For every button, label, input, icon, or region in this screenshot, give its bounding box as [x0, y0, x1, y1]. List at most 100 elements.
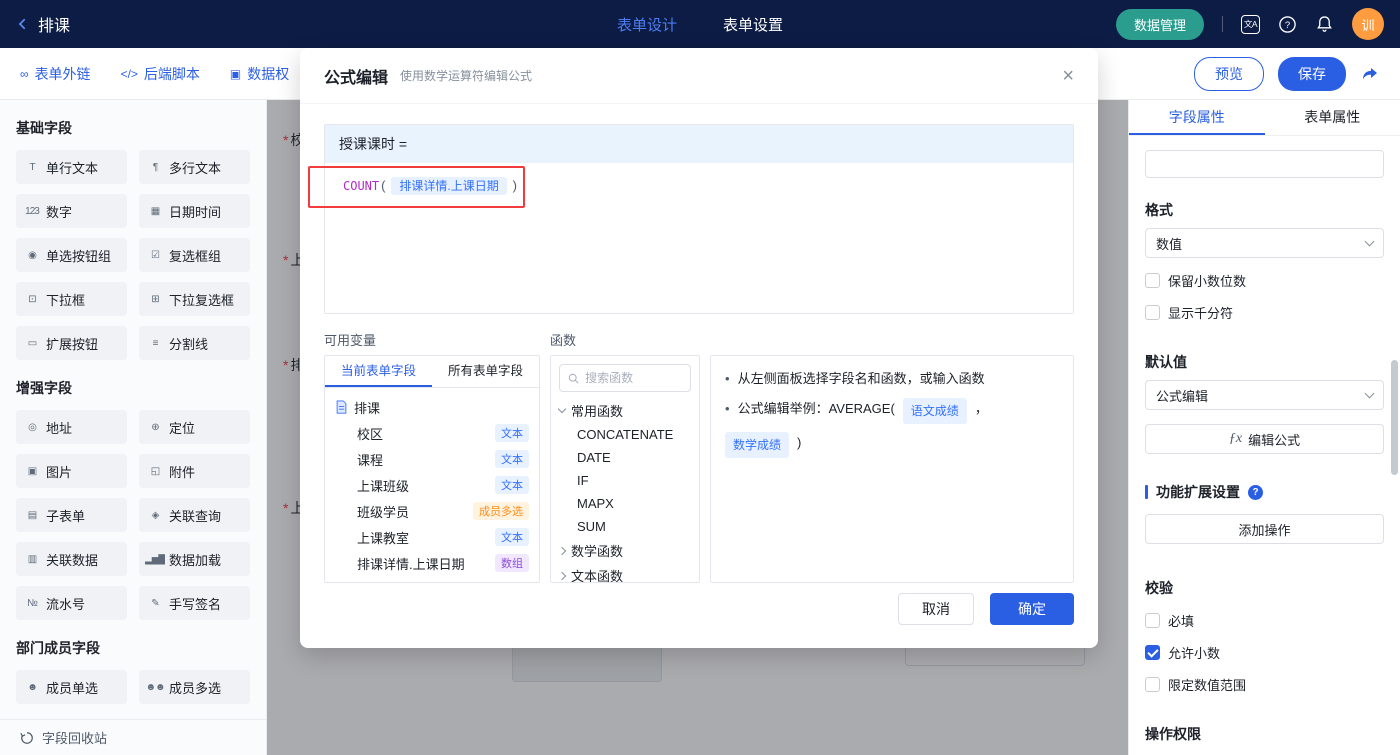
limit-range-row: 限定数值范围: [1145, 675, 1384, 694]
checkbox-label: 保留小数位数: [1168, 274, 1247, 289]
panels-row: 当前表单字段 所有表单字段 排课 校区 文本 课程 文本 上课班级 文本 班级学员 成员…: [324, 355, 1074, 583]
function-item-sum[interactable]: SUM: [559, 515, 691, 538]
share-icon[interactable]: [1360, 64, 1380, 84]
field-item-single-line-text[interactable]: T 单行文本: [16, 150, 127, 184]
function-item-if[interactable]: IF: [559, 469, 691, 492]
tab-form-settings[interactable]: 表单设置: [723, 14, 783, 35]
pen-icon: ✎: [151, 597, 159, 609]
example-variable-pill: 语文成绩: [902, 398, 967, 424]
allow-decimal-checkbox[interactable]: [1145, 645, 1160, 660]
back-button[interactable]: 排课: [16, 12, 70, 36]
help-circle-icon[interactable]: ?: [1248, 484, 1263, 500]
field-item-divider[interactable]: ≡ 分割线: [139, 326, 250, 360]
tree-root-form[interactable]: 排课: [335, 394, 529, 420]
field-palette-sidebar: 基础字段 T 单行文本 ¶ 多行文本 123 数字 ▦ 日期时间 ◉ 单选按钮组 ☑ 复选框…: [0, 100, 267, 755]
translate-icon[interactable]: 文A: [1241, 14, 1260, 34]
checkbox-label: 显示千分符: [1168, 306, 1234, 321]
avatar[interactable]: 训: [1352, 8, 1384, 40]
tab-form-design[interactable]: 表单设计: [617, 14, 677, 35]
function-item-concatenate[interactable]: CONCATENATE: [559, 423, 691, 446]
keep-decimal-checkbox[interactable]: [1145, 273, 1160, 288]
save-button[interactable]: 保存: [1278, 56, 1346, 91]
variable-row[interactable]: 校区 文本: [335, 420, 529, 446]
toolbar-item-label: 表单外链: [34, 65, 91, 82]
variables-tabs: 当前表单字段 所有表单字段: [325, 356, 539, 388]
field-name-input[interactable]: [1145, 150, 1384, 178]
data-permission-item[interactable]: ▣ 数据权: [230, 64, 289, 84]
tab-all-form-fields[interactable]: 所有表单字段: [432, 356, 539, 387]
formula-input-area[interactable]: COUNT( 排课详情.上课日期 ): [325, 163, 1073, 313]
limit-range-checkbox[interactable]: [1145, 677, 1160, 692]
variable-row[interactable]: 排课详情.上课日期 数组: [335, 550, 529, 576]
field-item-number[interactable]: 123 数字: [16, 194, 127, 228]
tab-form-properties[interactable]: 表单属性: [1265, 100, 1400, 135]
field-item-multi-dropdown[interactable]: ⊞ 下拉复选框: [139, 282, 250, 316]
notification-bell-icon[interactable]: [1315, 15, 1334, 34]
tab-field-properties[interactable]: 字段属性: [1129, 100, 1265, 135]
field-item-checkbox-group[interactable]: ☑ 复选框组: [139, 238, 250, 272]
edit-formula-button[interactable]: ƒx 编辑公式: [1145, 424, 1384, 454]
close-icon[interactable]: ×: [1062, 66, 1074, 86]
back-chevron-icon: [18, 18, 26, 30]
field-item-datetime[interactable]: ▦ 日期时间: [139, 194, 250, 228]
related-data-icon: ▥: [27, 553, 37, 565]
required-checkbox[interactable]: [1145, 613, 1160, 628]
help-icon[interactable]: ?: [1278, 15, 1297, 34]
toolbar-links: ∞ 表单外链 </> 后端脚本 ▣ 数据权: [20, 64, 289, 84]
format-select[interactable]: 数值: [1145, 228, 1384, 258]
function-group-text[interactable]: 文本函数: [557, 563, 691, 582]
variable-row[interactable]: 课程 文本: [335, 446, 529, 472]
field-item-member-multi[interactable]: ☻☻ 成员多选: [139, 670, 250, 704]
variable-row[interactable]: 班级学员 成员多选: [335, 498, 529, 524]
permission-label: 操作权限: [1145, 726, 1201, 742]
recycle-label: 字段回收站: [42, 731, 108, 746]
form-external-link-item[interactable]: ∞ 表单外链: [20, 64, 91, 84]
function-group-math[interactable]: 数学函数: [557, 538, 691, 563]
field-item-geolocation[interactable]: ⊕ 定位: [139, 410, 250, 444]
basic-fields-grid: T 单行文本 ¶ 多行文本 123 数字 ▦ 日期时间 ◉ 单选按钮组 ☑ 复选框组 ⊡ 下拉…: [0, 150, 266, 360]
add-action-button[interactable]: 添加操作: [1145, 514, 1384, 544]
default-value-select[interactable]: 公式编辑: [1145, 380, 1384, 410]
function-search-input[interactable]: [585, 371, 682, 385]
app-title: 排课: [38, 18, 71, 35]
calendar-icon: ▦: [150, 205, 160, 217]
field-item-signature[interactable]: ✎ 手写签名: [139, 586, 250, 620]
location-icon: ◎: [28, 421, 37, 433]
field-item-related-data[interactable]: ▥ 关联数据: [16, 542, 127, 576]
function-item-mapx[interactable]: MAPX: [559, 492, 691, 515]
field-item-related-query[interactable]: ◈ 关联查询: [139, 498, 250, 532]
variable-row[interactable]: 上课教室 文本: [335, 524, 529, 550]
field-item-member-single[interactable]: ☻ 成员单选: [16, 670, 127, 704]
function-item-date[interactable]: DATE: [559, 446, 691, 469]
variable-row[interactable]: 上课班级 文本: [335, 472, 529, 498]
field-item-subform[interactable]: ▤ 子表单: [16, 498, 127, 532]
preview-button[interactable]: 预览: [1194, 56, 1264, 91]
type-tag: 数组: [495, 554, 529, 572]
cancel-button[interactable]: 取消: [898, 593, 974, 625]
data-manage-button[interactable]: 数据管理: [1115, 8, 1204, 40]
person-icon: ☻: [27, 681, 38, 693]
confirm-button[interactable]: 确定: [990, 593, 1074, 625]
field-item-extend-button[interactable]: ▭ 扩展按钮: [16, 326, 127, 360]
field-item-image[interactable]: ▣ 图片: [16, 454, 127, 488]
field-recycle-bin[interactable]: 字段回收站: [0, 719, 266, 755]
field-item-multi-line-text[interactable]: ¶ 多行文本: [139, 150, 250, 184]
field-item-data-load[interactable]: ▂▅▇ 数据加载: [139, 542, 250, 576]
thousand-separator-checkbox[interactable]: [1145, 305, 1160, 320]
field-item-address[interactable]: ◎ 地址: [16, 410, 127, 444]
vertical-scrollbar[interactable]: [1391, 360, 1398, 475]
tab-current-form-fields[interactable]: 当前表单字段: [325, 356, 432, 387]
field-item-serial-number[interactable]: № 流水号: [16, 586, 127, 620]
field-item-dropdown[interactable]: ⊡ 下拉框: [16, 282, 127, 316]
format-label: 格式: [1145, 202, 1173, 218]
people-icon: ☻☻: [145, 681, 165, 693]
toolbar-actions: 预览 保存: [1194, 56, 1380, 91]
field-item-attachment[interactable]: ◱ 附件: [139, 454, 250, 488]
backend-script-item[interactable]: </> 后端脚本: [121, 64, 200, 84]
target-icon: ⊕: [151, 421, 159, 433]
link-icon: ∞: [20, 66, 29, 81]
function-group-common[interactable]: 常用函数: [557, 398, 691, 423]
svg-text:?: ?: [1285, 20, 1290, 31]
formula-variable-pill[interactable]: 排课详情.上课日期: [391, 177, 507, 195]
field-item-radio-group[interactable]: ◉ 单选按钮组: [16, 238, 127, 272]
